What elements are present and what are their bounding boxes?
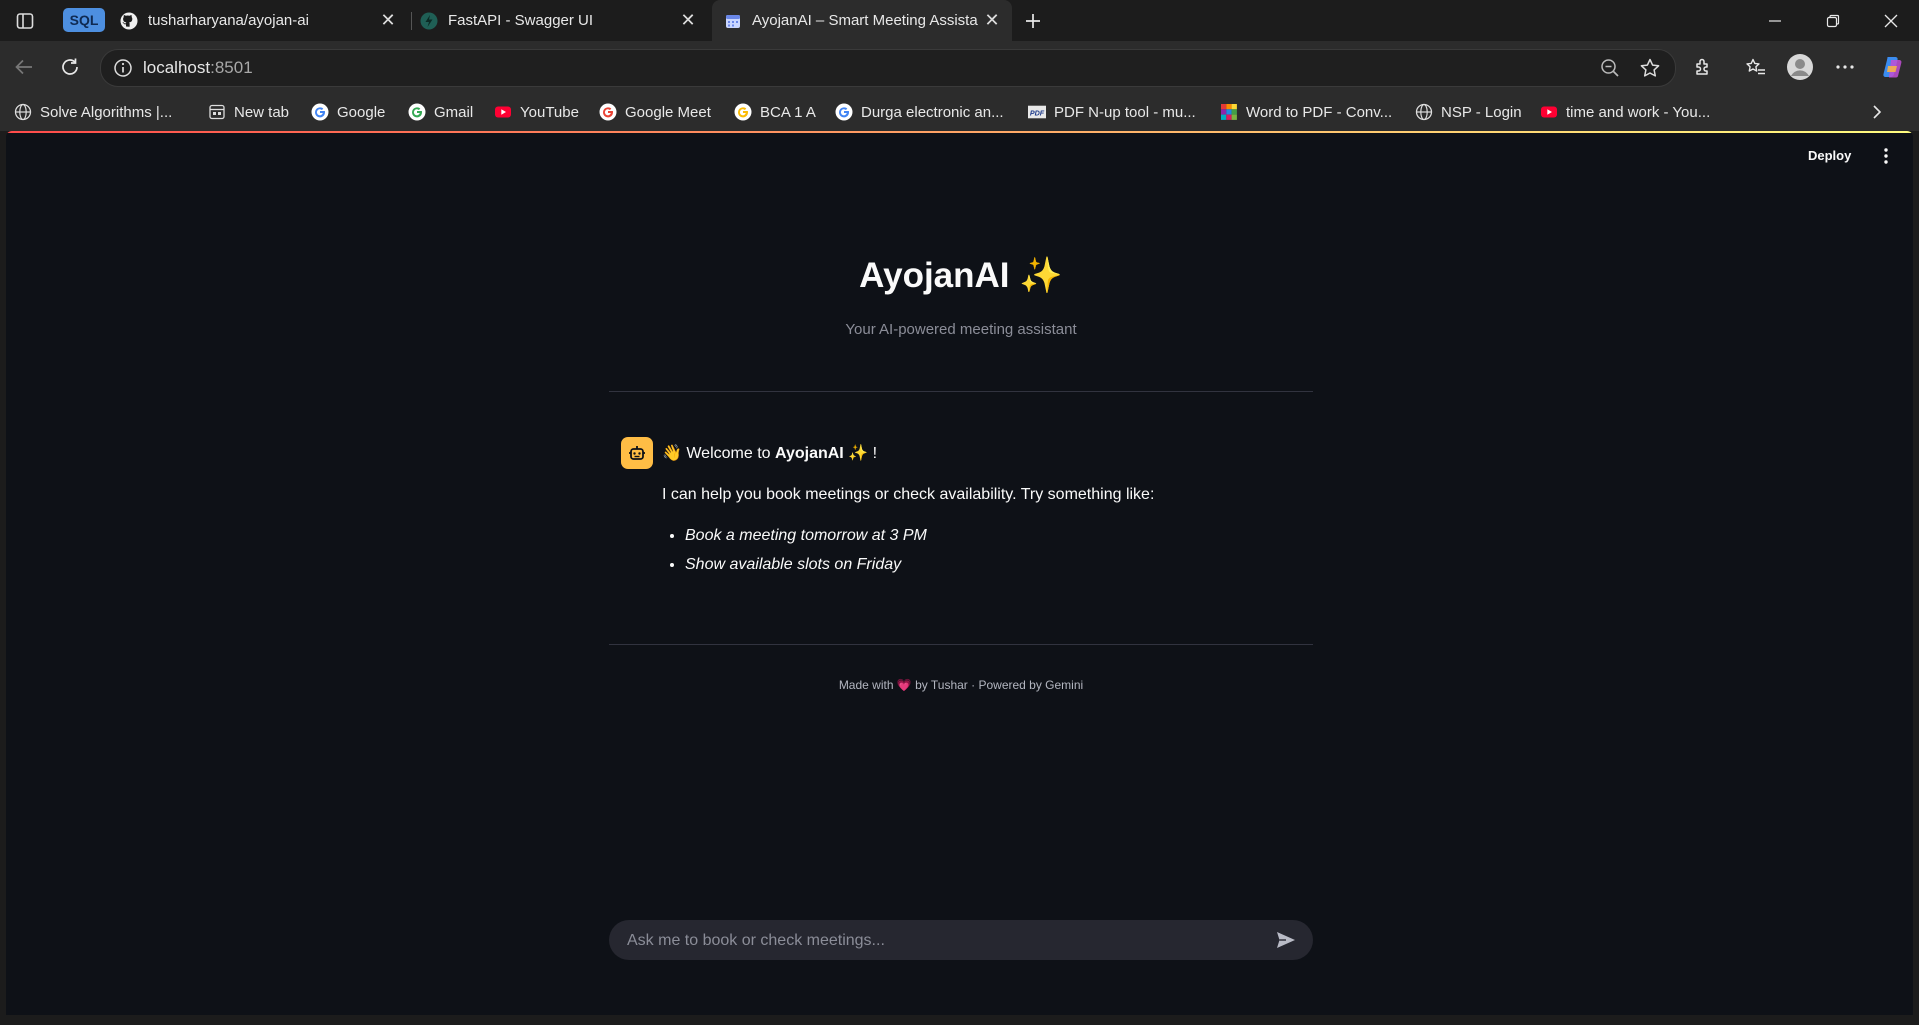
close-window-icon[interactable] (1862, 0, 1919, 41)
tab-sql-pinned[interactable]: SQL (63, 8, 105, 32)
bookmark-google[interactable]: Google (311, 101, 385, 123)
tab-title: FastAPI - Swagger UI (448, 12, 594, 29)
chat-input-box[interactable] (609, 920, 1313, 962)
google-icon (408, 103, 426, 121)
refresh-icon[interactable] (56, 53, 84, 81)
pdf-icon: PDF (1028, 103, 1046, 121)
url-text: localhost:8501 (143, 58, 253, 78)
tab-fastapi[interactable]: FastAPI - Swagger UI ✕ (420, 0, 708, 41)
bookmark-label: Google Meet (625, 103, 711, 121)
fastapi-icon (420, 12, 438, 30)
bookmark-label: Solve Algorithms |... (40, 103, 173, 121)
youtube-icon (494, 103, 512, 121)
profile-avatar-icon[interactable] (1786, 53, 1814, 81)
new-tab-plus-icon[interactable] (1020, 8, 1046, 34)
welcome-suffix: ✨ ! (843, 445, 878, 462)
tab-ayojanai[interactable]: AyojanAI – Smart Meeting Assista ✕ (712, 0, 1012, 41)
divider (609, 391, 1313, 392)
more-options-icon[interactable] (1831, 53, 1859, 81)
bookmark-nsp-login[interactable]: NSP - Login (1415, 101, 1522, 123)
page-title: AyojanAI ✨ (859, 256, 1063, 295)
url-port: :8501 (210, 58, 253, 77)
list-item: Show available slots on Friday (685, 554, 1282, 576)
page-viewport: Deploy AyojanAI ✨ Your AI-powered meetin… (6, 131, 1913, 1015)
newtab-icon (208, 103, 226, 121)
bookmark-solve-algorithms[interactable]: Solve Algorithms |... (14, 101, 172, 123)
zoom-out-icon[interactable] (1599, 57, 1621, 84)
browser-tab-bar: SQL tusharharyana/ayojan-ai ✕ FastAPI - … (0, 0, 1919, 41)
example-list: Book a meeting tomorrow at 3 PM Show ava… (662, 525, 1282, 576)
bookmark-bca-1a[interactable]: BCA 1 A (734, 101, 816, 123)
tab-github[interactable]: tusharharyana/ayojan-ai ✕ (120, 0, 408, 41)
close-tab-icon[interactable]: ✕ (678, 10, 698, 30)
main-content: AyojanAI ✨ Your AI-powered meeting assis… (609, 131, 1313, 1015)
bookmark-label: Gmail (434, 103, 474, 121)
minimize-window-icon[interactable] (1746, 0, 1804, 41)
tab-actions-menu-icon[interactable] (12, 8, 38, 34)
bookmark-label: Durga electronic an... (861, 103, 1004, 121)
tab-title: AyojanAI – Smart Meeting Assista (752, 12, 978, 29)
bookmark-label: Word to PDF - Conv... (1246, 103, 1393, 121)
send-icon[interactable] (1274, 929, 1298, 951)
close-tab-icon[interactable]: ✕ (378, 10, 398, 30)
restore-window-icon[interactable] (1804, 0, 1862, 41)
chat-message-body: 👋 Welcome to AyojanAI ✨ ! I can help you… (662, 443, 1282, 583)
sql-badge-label: SQL (69, 12, 99, 28)
bookmark-word-to-pdf[interactable]: Word to PDF - Conv... (1220, 101, 1392, 123)
window-bottom-edge (0, 1015, 1919, 1025)
tab-divider (411, 12, 412, 30)
bookmark-label: BCA 1 A (760, 103, 816, 121)
bot-avatar-icon (621, 437, 653, 469)
globe-icon (1415, 103, 1433, 121)
bookmarks-bar: Solve Algorithms |... New tab Google Gma… (0, 93, 1919, 131)
copilot-icon[interactable] (1878, 53, 1906, 81)
extensions-puzzle-icon[interactable] (1690, 53, 1718, 81)
close-tab-icon[interactable]: ✕ (982, 10, 1002, 30)
bookmark-label: YouTube (520, 103, 579, 121)
site-info-icon[interactable] (113, 58, 133, 83)
bookmark-label: time and work - You... (1566, 103, 1711, 121)
address-bar[interactable]: localhost:8501 (100, 49, 1676, 87)
welcome-app-name: AyojanAI (775, 445, 844, 462)
url-host: localhost (143, 58, 211, 77)
github-icon (120, 12, 138, 30)
divider (609, 644, 1313, 645)
bookmark-youtube[interactable]: YouTube (494, 101, 579, 123)
bookmark-google-meet[interactable]: Google Meet (599, 101, 711, 123)
page-subtitle: Your AI-powered meeting assistant (845, 321, 1077, 338)
chat-input[interactable] (625, 920, 1249, 962)
colorgrid-icon (1220, 103, 1238, 121)
main-menu-kebab-icon[interactable] (1878, 146, 1894, 166)
globe-icon (14, 103, 32, 121)
bookmark-new-tab[interactable]: New tab (208, 101, 289, 123)
google-icon (835, 103, 853, 121)
back-arrow-icon[interactable] (10, 53, 38, 81)
google-icon (734, 103, 752, 121)
youtube-icon (1540, 103, 1558, 121)
deploy-button[interactable]: Deploy (1808, 148, 1851, 163)
chevron-right-icon[interactable] (1864, 99, 1890, 125)
list-item: Book a meeting tomorrow at 3 PM (685, 525, 1282, 547)
bookmark-label: PDF N-up tool - mu... (1054, 103, 1196, 121)
google-icon (599, 103, 617, 121)
tab-title: tusharharyana/ayojan-ai (148, 12, 309, 29)
browser-toolbar: localhost:8501 (0, 41, 1919, 93)
bookmark-gmail[interactable]: Gmail (408, 101, 473, 123)
welcome-line: 👋 Welcome to AyojanAI ✨ ! (662, 443, 1282, 465)
welcome-prefix: 👋 Welcome to (662, 445, 775, 462)
bookmark-durga-electronic[interactable]: Durga electronic an... (835, 101, 1004, 123)
bookmark-label: Google (337, 103, 386, 121)
bookmark-label: New tab (234, 103, 290, 121)
intro-text: I can help you book meetings or check av… (662, 486, 1155, 503)
footer-credits: Made with 💗 by Tushar · Powered by Gemin… (838, 678, 1084, 692)
svg-text:PDF: PDF (1030, 109, 1045, 118)
bookmark-time-and-work[interactable]: time and work - You... (1540, 101, 1710, 123)
favorites-list-icon[interactable] (1742, 53, 1770, 81)
bookmark-label: NSP - Login (1441, 103, 1522, 121)
google-icon (311, 103, 329, 121)
favorite-star-icon[interactable] (1639, 57, 1661, 84)
bookmark-pdf-nup[interactable]: PDF PDF N-up tool - mu... (1028, 101, 1196, 123)
calendar-icon (724, 12, 742, 30)
